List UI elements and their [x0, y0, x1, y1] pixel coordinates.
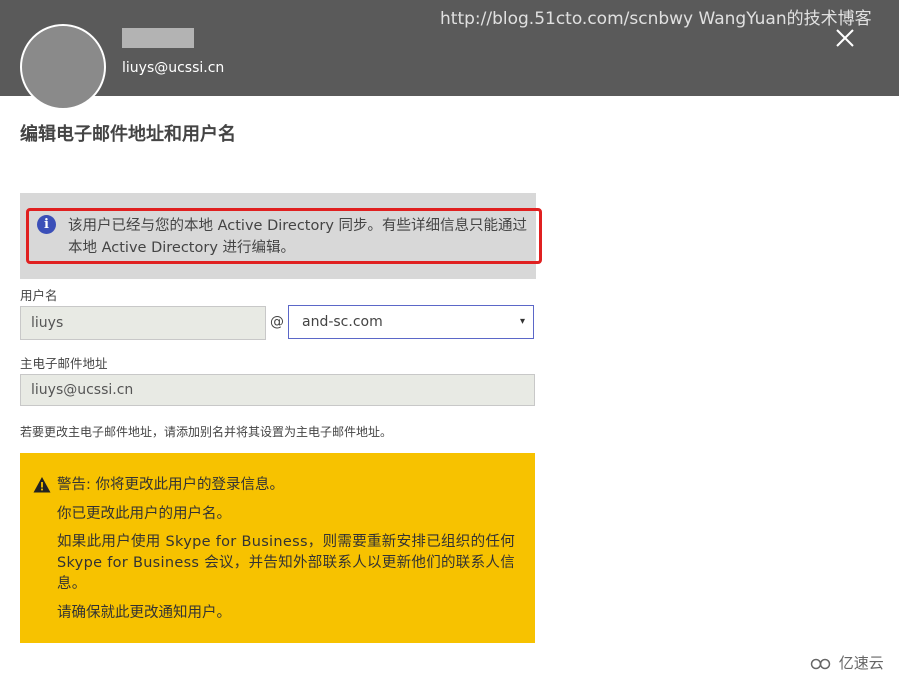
- watermark-text: http://blog.51cto.com/scnbwy WangYuan的技术…: [440, 9, 872, 29]
- info-icon: i: [37, 215, 56, 234]
- chevron-down-icon: ▾: [519, 316, 525, 327]
- warning-icon: [33, 477, 51, 493]
- warning-notify-user: 请确保就此更改通知用户。: [57, 605, 231, 621]
- primary-email-label: 主电子邮件地址: [20, 356, 108, 371]
- cloud-logo-icon: [810, 658, 831, 670]
- warning-title: 警告: 你将更改此用户的登录信息。: [57, 477, 284, 493]
- primary-email-field[interactable]: liuys@ucssi.cn: [20, 374, 535, 406]
- avatar: [20, 24, 106, 110]
- blurred-display-name: [122, 28, 194, 48]
- domain-select-value: and-sc.com: [302, 314, 383, 330]
- page-title: 编辑电子邮件地址和用户名: [20, 124, 236, 145]
- page-root: liuys@ucssi.cn http://blog.51cto.com/scn…: [0, 0, 901, 674]
- username-label: 用户名: [20, 288, 58, 303]
- alias-hint: 若要更改主电子邮件地址，请添加别名并将其设置为主电子邮件地址。: [20, 425, 393, 439]
- user-header: liuys@ucssi.cn http://blog.51cto.com/scn…: [0, 0, 899, 110]
- at-sign: @: [270, 314, 284, 330]
- header-email: liuys@ucssi.cn: [122, 60, 225, 76]
- footer-logo: 亿速云: [810, 652, 884, 673]
- close-icon: [836, 29, 854, 47]
- warning-skype-note: 如果此用户使用 Skype for Business，则需要重新安排已组织的任何…: [57, 534, 515, 592]
- footer-logo-text: 亿速云: [838, 654, 884, 672]
- warning-username-changed: 你已更改此用户的用户名。: [57, 506, 231, 522]
- info-message: 该用户已经与您的本地 Active Directory 同步。有些详细信息只能通…: [68, 218, 528, 256]
- domain-select[interactable]: and-sc.com ▾: [288, 305, 534, 339]
- close-button[interactable]: [831, 24, 859, 52]
- username-field[interactable]: liuys: [20, 306, 266, 340]
